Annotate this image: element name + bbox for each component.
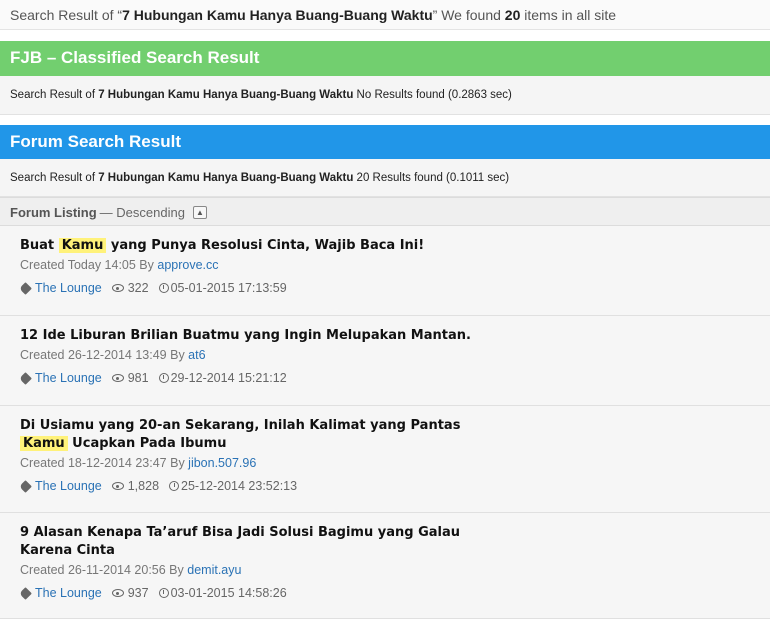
forum-listing-header: Forum Listing — Descending ▲ bbox=[0, 197, 770, 226]
clock-icon bbox=[158, 283, 169, 293]
forum-link[interactable]: The Lounge bbox=[35, 280, 102, 296]
thread-item[interactable]: 9 Alasan Kenapa Ta’aruf Bisa Jadi Solusi… bbox=[0, 513, 770, 619]
tag-icon bbox=[19, 371, 32, 385]
thread-created: Created 26-11-2014 20:56 By demit.ayu bbox=[20, 563, 242, 577]
thread-item[interactable]: Di Usiamu yang 20-an Sekarang, Inilah Ka… bbox=[0, 406, 770, 513]
author-link[interactable]: at6 bbox=[188, 348, 205, 362]
view-count: 981 bbox=[127, 371, 149, 385]
thread-item[interactable]: 12 Ide Liburan Brilian Buatmu yang Ingin… bbox=[0, 316, 770, 406]
last-post-time: 05-01-2015 17:13:59 bbox=[170, 281, 287, 295]
clock-icon bbox=[158, 373, 169, 383]
thread-created: Created 18-12-2014 23:47 By jibon.507.96 bbox=[20, 456, 257, 470]
thread-meta: The Lounge 981 29-12-2014 15:21:12 bbox=[19, 370, 750, 386]
tag-icon bbox=[19, 281, 32, 295]
spacer bbox=[0, 30, 770, 41]
forum-link[interactable]: The Lounge bbox=[35, 585, 102, 601]
view-count: 1,828 bbox=[127, 479, 160, 493]
thread-meta: The Lounge 1,828 25-12-2014 23:52:13 bbox=[19, 478, 750, 494]
thread-title[interactable]: Buat Kamu yang Punya Resolusi Cinta, Waj… bbox=[20, 237, 480, 255]
search-highlight: Kamu bbox=[58, 238, 107, 253]
author-link[interactable]: jibon.507.96 bbox=[188, 456, 256, 470]
thread-meta: The Lounge 937 03-01-2015 14:58:26 bbox=[19, 585, 750, 601]
last-post-time: 25-12-2014 23:52:13 bbox=[181, 479, 298, 493]
spacer bbox=[0, 115, 770, 125]
eye-icon bbox=[111, 284, 124, 292]
author-link[interactable]: approve.cc bbox=[157, 258, 218, 272]
thread-item[interactable]: Buat Kamu yang Punya Resolusi Cinta, Waj… bbox=[0, 226, 770, 316]
thread-created: Created Today 14:05 By approve.cc bbox=[20, 258, 219, 272]
last-post-time: 03-01-2015 14:58:26 bbox=[170, 586, 287, 600]
thread-title[interactable]: Di Usiamu yang 20-an Sekarang, Inilah Ka… bbox=[20, 417, 480, 453]
thread-meta: The Lounge 322 05-01-2015 17:13:59 bbox=[19, 280, 750, 296]
last-post-time: 29-12-2014 15:21:12 bbox=[170, 371, 287, 385]
thread-list: Buat Kamu yang Punya Resolusi Cinta, Waj… bbox=[0, 226, 770, 619]
forum-link[interactable]: The Lounge bbox=[35, 370, 102, 386]
search-highlight: Kamu bbox=[20, 436, 68, 451]
listing-label: Forum Listing bbox=[10, 205, 97, 220]
clock-icon bbox=[169, 481, 180, 491]
tag-icon bbox=[19, 479, 32, 493]
sort-toggle-icon[interactable]: ▲ bbox=[192, 206, 207, 219]
thread-title[interactable]: 12 Ide Liburan Brilian Buatmu yang Ingin… bbox=[20, 327, 480, 345]
thread-created: Created 26-12-2014 13:49 By at6 bbox=[20, 348, 206, 362]
forum-link[interactable]: The Lounge bbox=[35, 478, 102, 494]
forum-result-info: Search Result of 7 Hubungan Kamu Hanya B… bbox=[0, 159, 770, 197]
clock-icon bbox=[158, 588, 169, 598]
fjb-section-title: FJB – Classified Search Result bbox=[0, 41, 770, 76]
result-count: 20 bbox=[504, 7, 521, 23]
search-query: 7 Hubungan Kamu Hanya Buang-Buang Waktu bbox=[122, 7, 433, 23]
sort-order: — Descending bbox=[99, 205, 185, 220]
eye-icon bbox=[111, 482, 124, 490]
search-summary: Search Result of “7 Hubungan Kamu Hanya … bbox=[0, 0, 770, 30]
view-count: 937 bbox=[127, 586, 149, 600]
eye-icon bbox=[111, 589, 124, 597]
thread-title[interactable]: 9 Alasan Kenapa Ta’aruf Bisa Jadi Solusi… bbox=[20, 524, 480, 560]
forum-section-title: Forum Search Result bbox=[0, 125, 770, 159]
eye-icon bbox=[111, 374, 124, 382]
tag-icon bbox=[19, 586, 32, 600]
author-link[interactable]: demit.ayu bbox=[187, 563, 241, 577]
fjb-result-info: Search Result of 7 Hubungan Kamu Hanya B… bbox=[0, 76, 770, 115]
view-count: 322 bbox=[127, 281, 149, 295]
